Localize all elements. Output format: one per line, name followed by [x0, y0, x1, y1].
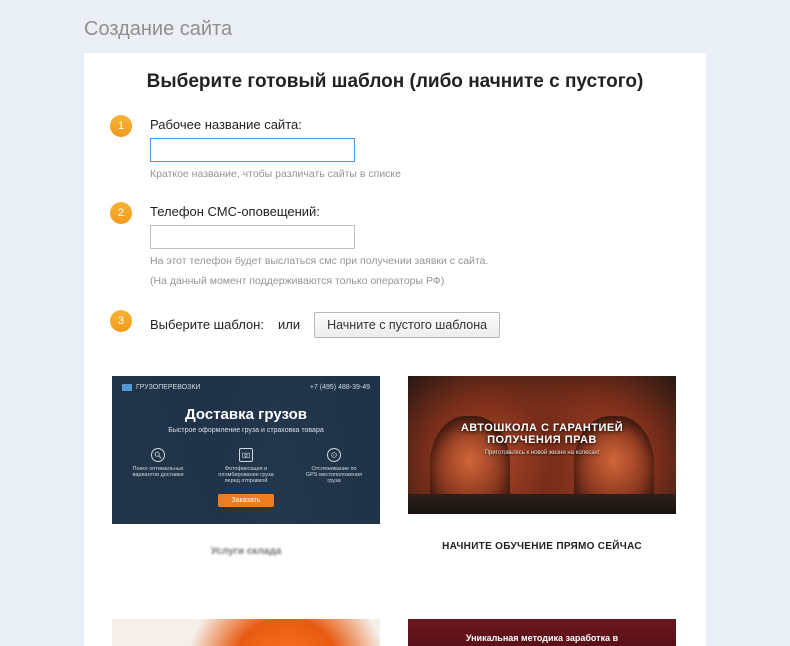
step-phone: 2 Телефон СМС-оповещений: На этот телефо… [84, 204, 706, 311]
template-feature: Поиск оптимальных вариантов доставки [129, 448, 187, 484]
step-template: 3 Выберите шаблон: или Начните с пустого… [84, 312, 706, 360]
template-card-partial[interactable]: Уникальная методика заработка в [408, 619, 676, 646]
site-name-hint: Краткое название, чтобы различать сайты … [150, 167, 686, 182]
template-grid-row2: Уникальная методика заработка в [84, 579, 706, 646]
step-site-name: 1 Рабочее название сайта: Краткое назван… [84, 117, 706, 204]
phone-hint-2: (На данный момент поддерживаются только … [150, 274, 686, 289]
site-name-label: Рабочее название сайта: [150, 117, 686, 132]
template-brand: ГРУЗОПЕРЕВОЗКИ [122, 384, 200, 391]
step-number-badge: 3 [110, 310, 132, 332]
phone-hint-1: На этот телефон будет выслаться смс при … [150, 254, 686, 269]
template-feature: Отслеживание по GPS местоположения груза [305, 448, 363, 484]
template-grid: ГРУЗОПЕРЕВОЗКИ +7 (495) 488-39-49 Достав… [84, 360, 706, 579]
template-heading: АВТОШКОЛА С ГАРАНТИЕЙ ПОЛУЧЕНИЯ ПРАВ [408, 376, 676, 446]
template-feature: Фотофиксация и пломбирование груза перед… [217, 448, 275, 484]
location-icon [327, 448, 341, 462]
template-subheading: Быстрое оформление груза и страховка тов… [112, 427, 380, 434]
create-site-card: Выберите готовый шаблон (либо начните с … [84, 53, 706, 646]
choose-template-label: Выберите шаблон: [150, 317, 264, 332]
template-card-partial[interactable] [112, 619, 380, 646]
card-heading: Выберите готовый шаблон (либо начните с … [84, 71, 706, 93]
phone-input[interactable] [150, 225, 355, 249]
site-name-input[interactable] [150, 138, 355, 162]
truck-icon [122, 384, 132, 391]
template-cta-button: Заказать [218, 494, 275, 507]
camera-icon [239, 448, 253, 462]
template-subheading: Приготовьтесь к новой жизни на колесах! [408, 450, 676, 456]
step-number-badge: 1 [110, 115, 132, 137]
page-title: Создание сайта [0, 0, 790, 53]
template-brand-text: ГРУЗОПЕРЕВОЗКИ [136, 384, 200, 391]
or-text: или [278, 317, 300, 332]
template-card-autoschool[interactable]: АВТОШКОЛА С ГАРАНТИЕЙ ПОЛУЧЕНИЯ ПРАВ При… [408, 376, 676, 579]
step-number-badge: 2 [110, 202, 132, 224]
start-empty-button[interactable]: Начните с пустого шаблона [314, 312, 500, 338]
search-icon [151, 448, 165, 462]
template-bottom-text: НАЧНИТЕ ОБУЧЕНИЕ ПРЯМО СЕЙЧАС [442, 541, 642, 552]
template-card-cargo[interactable]: ГРУЗОПЕРЕВОЗКИ +7 (495) 488-39-49 Достав… [112, 376, 380, 579]
template-bottom-text: Услуги склада [211, 546, 282, 557]
phone-label: Телефон СМС-оповещений: [150, 204, 686, 219]
template-heading: Уникальная методика заработка в [466, 633, 618, 643]
template-phone: +7 (495) 488-39-49 [310, 384, 370, 391]
